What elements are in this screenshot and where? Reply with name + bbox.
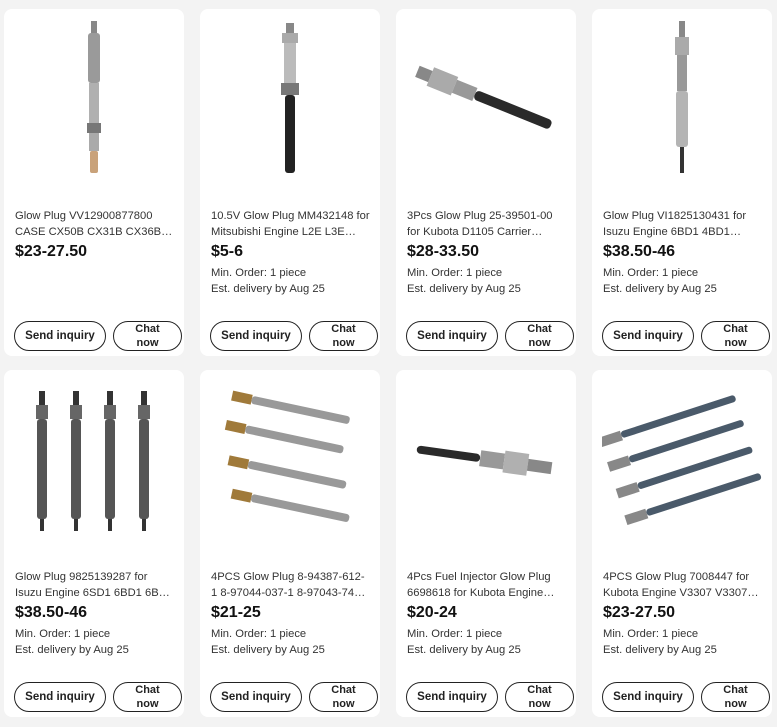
send-inquiry-button[interactable]: Send inquiry (602, 321, 694, 351)
chat-now-button[interactable]: Chat now (309, 321, 378, 351)
product-price: $23-27.50 (603, 604, 676, 621)
min-order: Min. Order: 1 piece (603, 267, 699, 279)
product-price: $21-25 (211, 604, 261, 621)
product-card[interactable]: 4PCS Glow Plug 7008447 for Kubota Engine… (592, 370, 772, 717)
product-title[interactable]: 4Pcs Fuel Injector Glow Plug 6698618 for… (407, 569, 566, 601)
send-inquiry-button[interactable]: Send inquiry (14, 321, 106, 351)
est-delivery: Est. delivery by Aug 25 (15, 644, 129, 656)
min-order: Min. Order: 1 piece (211, 628, 307, 640)
chat-now-button[interactable]: Chat now (113, 682, 182, 712)
product-image[interactable] (592, 370, 772, 550)
product-title[interactable]: Glow Plug VV12900877800 CASE CX50B CX31B… (15, 208, 174, 240)
product-price: $23-27.50 (15, 243, 88, 260)
send-inquiry-button[interactable]: Send inquiry (406, 321, 498, 351)
send-inquiry-button[interactable]: Send inquiry (14, 682, 106, 712)
est-delivery: Est. delivery by Aug 25 (211, 644, 325, 656)
product-card[interactable]: Glow Plug 9825139287 for Isuzu Engine 6S… (4, 370, 184, 717)
est-delivery: Est. delivery by Aug 25 (407, 644, 521, 656)
product-title[interactable]: 3Pcs Glow Plug 25-39501-00 for Kubota D1… (407, 208, 566, 240)
product-title[interactable]: Glow Plug VI1825130431 for Isuzu Engine … (603, 208, 762, 240)
est-delivery: Est. delivery by Aug 25 (211, 283, 325, 295)
product-card[interactable]: 4PCS Glow Plug 8-94387-612-1 8-97044-037… (200, 370, 380, 717)
chat-now-button[interactable]: Chat now (309, 682, 378, 712)
product-title[interactable]: Glow Plug 9825139287 for Isuzu Engine 6S… (15, 569, 174, 601)
product-image[interactable] (396, 370, 576, 550)
min-order: Min. Order: 1 piece (603, 628, 699, 640)
chat-now-button[interactable]: Chat now (701, 321, 770, 351)
est-delivery: Est. delivery by Aug 25 (603, 644, 717, 656)
chat-now-button[interactable]: Chat now (505, 682, 574, 712)
product-title[interactable]: 10.5V Glow Plug MM432148 for Mitsubishi … (211, 208, 370, 240)
product-grid: Glow Plug VV12900877800 CASE CX50B CX31B… (0, 0, 777, 727)
min-order: Min. Order: 1 piece (407, 628, 503, 640)
est-delivery: Est. delivery by Aug 25 (603, 283, 717, 295)
product-image[interactable] (200, 9, 380, 189)
chat-now-button[interactable]: Chat now (505, 321, 574, 351)
product-price: $28-33.50 (407, 243, 480, 260)
send-inquiry-button[interactable]: Send inquiry (406, 682, 498, 712)
product-price: $5-6 (211, 243, 244, 260)
product-card[interactable]: 3Pcs Glow Plug 25-39501-00 for Kubota D1… (396, 9, 576, 356)
send-inquiry-button[interactable]: Send inquiry (602, 682, 694, 712)
product-card[interactable]: Glow Plug VI1825130431 for Isuzu Engine … (592, 9, 772, 356)
product-price: $38.50-46 (603, 243, 676, 260)
product-title[interactable]: 4PCS Glow Plug 8-94387-612-1 8-97044-037… (211, 569, 370, 601)
product-image[interactable] (396, 9, 576, 189)
product-image[interactable] (592, 9, 772, 189)
product-price: $20-24 (407, 604, 457, 621)
min-order: Min. Order: 1 piece (407, 267, 503, 279)
product-card[interactable]: 10.5V Glow Plug MM432148 for Mitsubishi … (200, 9, 380, 356)
product-card[interactable]: 4Pcs Fuel Injector Glow Plug 6698618 for… (396, 370, 576, 717)
chat-now-button[interactable]: Chat now (113, 321, 182, 351)
product-image[interactable] (200, 370, 380, 550)
product-image[interactable] (4, 370, 184, 550)
product-title[interactable]: 4PCS Glow Plug 7008447 for Kubota Engine… (603, 569, 762, 601)
min-order: Min. Order: 1 piece (15, 628, 111, 640)
chat-now-button[interactable]: Chat now (701, 682, 770, 712)
send-inquiry-button[interactable]: Send inquiry (210, 321, 302, 351)
product-price: $38.50-46 (15, 604, 88, 621)
est-delivery: Est. delivery by Aug 25 (407, 283, 521, 295)
product-image[interactable] (4, 9, 184, 189)
product-card[interactable]: Glow Plug VV12900877800 CASE CX50B CX31B… (4, 9, 184, 356)
min-order: Min. Order: 1 piece (211, 267, 307, 279)
send-inquiry-button[interactable]: Send inquiry (210, 682, 302, 712)
